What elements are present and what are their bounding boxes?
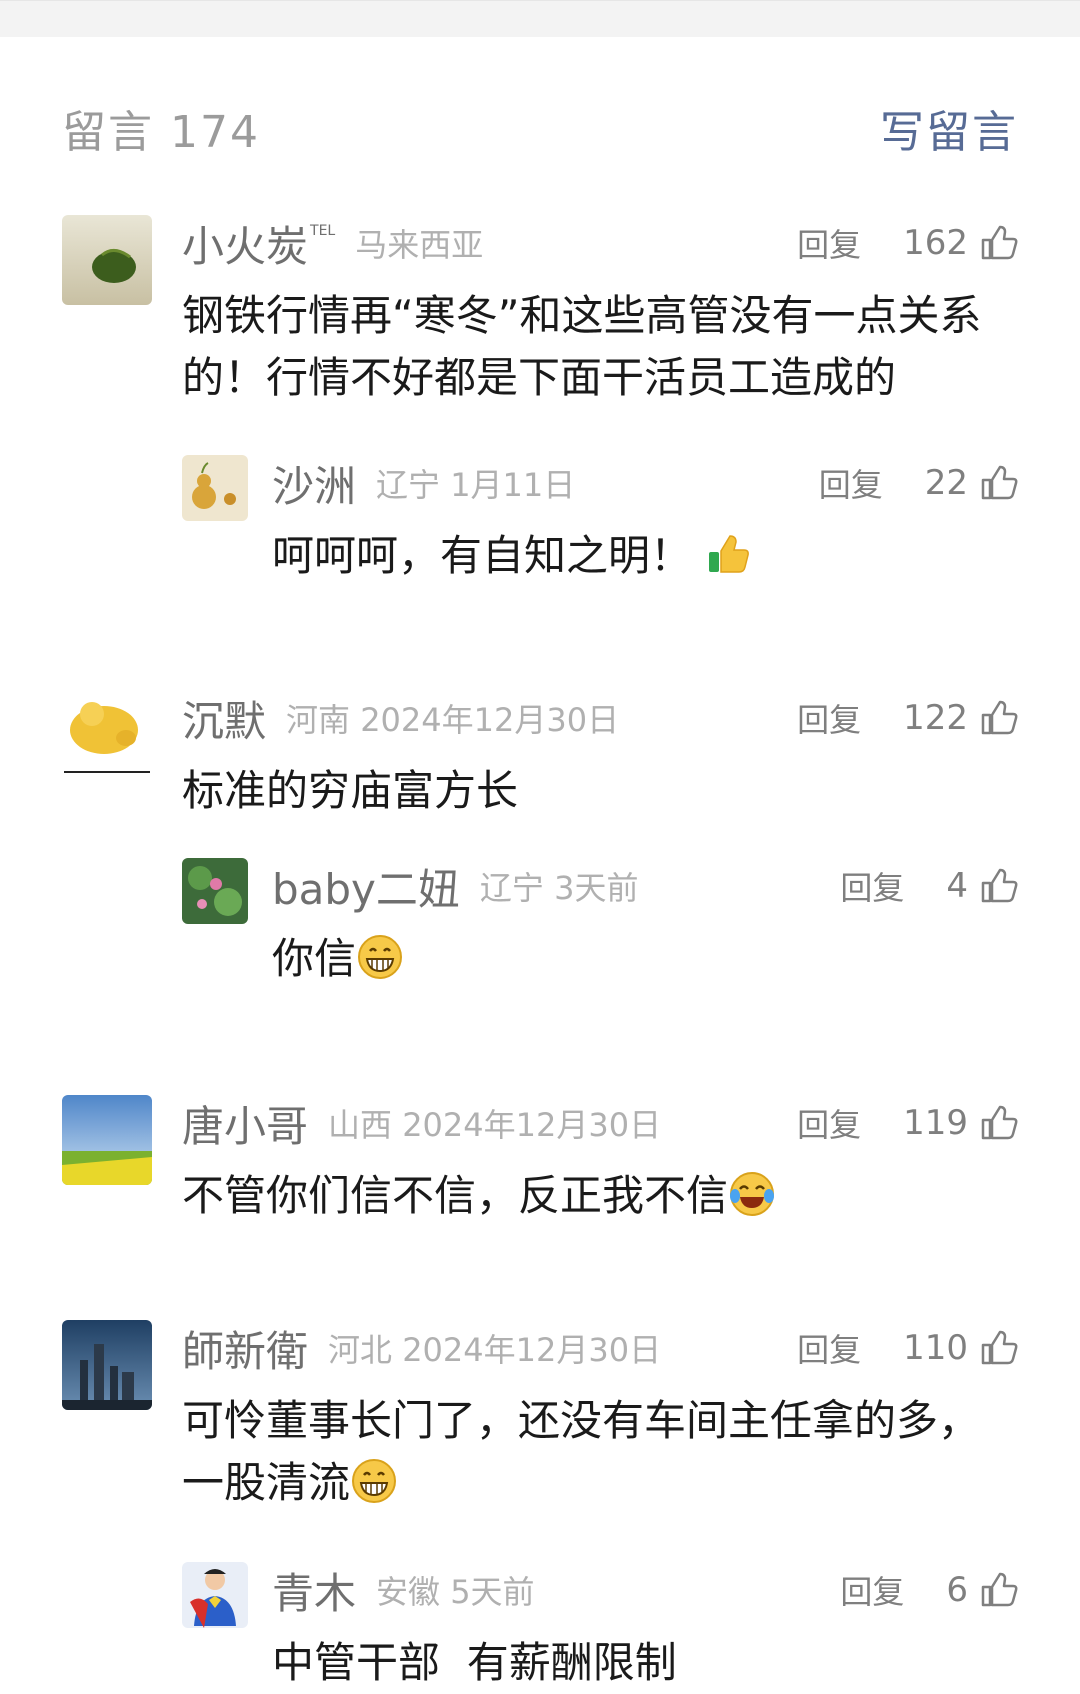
commenter-name[interactable]: 唐小哥 xyxy=(182,1093,308,1154)
avatar[interactable] xyxy=(62,1095,152,1185)
comment-text: 标准的穷庙富方长 xyxy=(182,766,519,815)
comment-location: 辽宁 1月11日 xyxy=(376,466,576,504)
like-count: 22 xyxy=(924,463,968,503)
commenter-name[interactable]: 青木 xyxy=(272,1560,356,1621)
name-tag: TEL xyxy=(310,222,336,239)
like-count: 122 xyxy=(903,698,968,738)
grin-emoji-icon xyxy=(352,1459,397,1503)
comment-text-content: 你信 xyxy=(272,934,357,983)
commenter-name[interactable]: baby二妞 xyxy=(272,856,460,917)
commenter-name[interactable]: 小火炭 TEL xyxy=(182,213,335,274)
comment-text-content: 可怜董事长门了，还没有车间主任拿的多，一股清流 xyxy=(182,1396,981,1507)
thumbs-up-icon[interactable] xyxy=(978,463,1018,503)
commenter-name[interactable]: 沉默 xyxy=(182,688,266,749)
reply-button[interactable]: 回复 xyxy=(797,1100,861,1146)
comment-text: 呵呵呵，有自知之明！ xyxy=(272,525,1018,587)
avatar[interactable] xyxy=(62,690,152,780)
avatar[interactable] xyxy=(182,858,248,924)
reply-button[interactable]: 回复 xyxy=(840,863,904,909)
comment-location: 辽宁 3天前 xyxy=(479,869,639,907)
reply-button[interactable]: 回复 xyxy=(797,695,861,741)
comment-location: 安徽 5天前 xyxy=(376,1573,535,1611)
comments-header: 留言 174 写留言 xyxy=(62,98,1018,158)
write-comment-button[interactable]: 写留言 xyxy=(880,96,1018,160)
grin-emoji-icon xyxy=(358,935,403,979)
comment-text-content: 不管你们信不信，反正我不信 xyxy=(182,1171,729,1220)
commenter-name[interactable]: 沙洲 xyxy=(272,453,356,514)
thumbs-up-emoji-icon xyxy=(709,535,750,573)
like-count: 110 xyxy=(903,1328,968,1368)
comment-count: 留言 174 xyxy=(62,107,260,158)
reply-button[interactable]: 回复 xyxy=(840,1567,904,1613)
reply-button[interactable]: 回复 xyxy=(797,220,861,266)
thumbs-up-icon[interactable] xyxy=(978,698,1018,738)
avatar[interactable] xyxy=(62,1320,152,1410)
like-count: 162 xyxy=(903,223,968,263)
avatar[interactable] xyxy=(62,215,152,305)
like-count: 6 xyxy=(946,1570,968,1610)
comment-text: 不管你们信不信，反正我不信 xyxy=(182,1165,1018,1227)
comment-location: 山西 2024年12月30日 xyxy=(328,1106,662,1144)
comment-location: 马来西亚 xyxy=(355,226,484,264)
avatar[interactable] xyxy=(182,1562,248,1628)
comment-text: 你信 xyxy=(272,928,1018,990)
comment-text: 中管干部 有薪酬限制 xyxy=(272,1638,677,1687)
commenter-name[interactable]: 師新衛 xyxy=(182,1318,308,1379)
commenter-name-text: 小火炭 xyxy=(182,221,309,271)
reply-button[interactable]: 回复 xyxy=(797,1325,861,1371)
comment-text-content: 呵呵呵，有自知之明！ xyxy=(272,531,693,580)
like-count: 119 xyxy=(903,1103,968,1143)
thumbs-up-icon[interactable] xyxy=(978,1570,1018,1610)
thumbs-up-icon[interactable] xyxy=(978,223,1018,263)
thumbs-up-icon[interactable] xyxy=(978,1328,1018,1368)
thumbs-up-icon[interactable] xyxy=(978,866,1018,906)
comment-text: 钢铁行情再“寒冬”和这些高管没有一点关系的！行情不好都是下面干活员工造成的 xyxy=(182,291,982,402)
tears-of-joy-emoji-icon xyxy=(730,1172,775,1216)
avatar[interactable] xyxy=(182,455,248,521)
comment-location: 河北 2024年12月30日 xyxy=(328,1331,662,1369)
comment-text: 可怜董事长门了，还没有车间主任拿的多，一股清流 xyxy=(182,1390,1018,1514)
like-count: 4 xyxy=(946,866,968,906)
comment-location: 河南 2024年12月30日 xyxy=(286,701,620,739)
reply-button[interactable]: 回复 xyxy=(819,460,883,506)
thumbs-up-icon[interactable] xyxy=(978,1103,1018,1143)
top-divider-strip xyxy=(0,0,1080,37)
